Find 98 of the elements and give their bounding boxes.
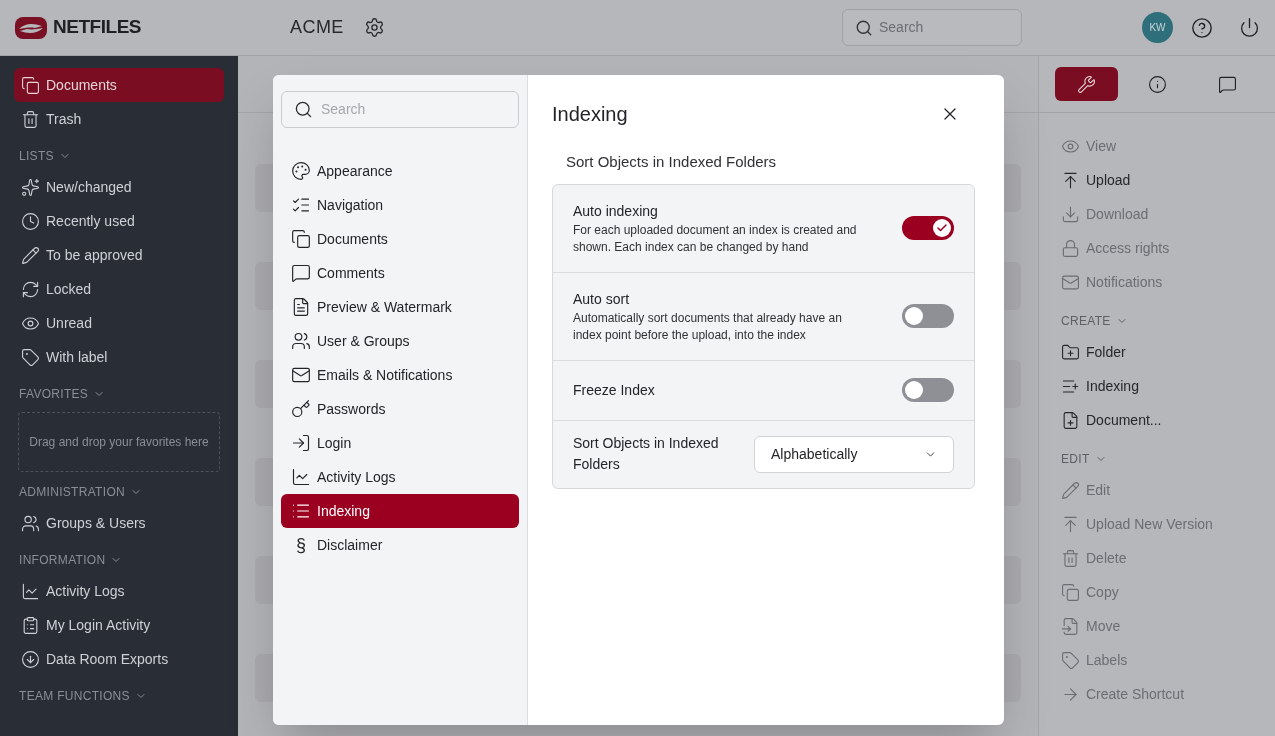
folder-plus-icon xyxy=(1061,342,1080,362)
settings-nav-item[interactable]: Activity Logs xyxy=(281,460,519,494)
section-heading: CREATE xyxy=(1061,313,1111,330)
upload-icon xyxy=(1061,514,1080,534)
section-heading: ADMINISTRATION xyxy=(19,484,125,501)
users-icon xyxy=(291,331,311,351)
tag-icon xyxy=(21,347,40,367)
chart-icon xyxy=(21,581,40,601)
info-icon xyxy=(1147,74,1167,94)
sidebar-item[interactable]: Data Room Exports xyxy=(14,642,224,676)
sort-dropdown[interactable]: Alphabetically xyxy=(754,435,954,473)
settings-nav-item[interactable]: Documents xyxy=(281,222,519,256)
envelope-icon xyxy=(291,365,311,385)
copy-icon xyxy=(1061,582,1080,602)
setting-label: Auto sort xyxy=(573,289,631,309)
section-heading: INFORMATION xyxy=(19,552,106,569)
sidebar-item[interactable]: Documents xyxy=(14,68,224,102)
section-heading: TEAM FUNCTIONS xyxy=(19,688,130,705)
trash-icon xyxy=(1061,548,1080,568)
setting-description: Automatically sort documents that already have an index point before the upload, into the index xyxy=(573,309,843,344)
file-plus-icon xyxy=(1061,410,1080,430)
settings-icon[interactable] xyxy=(363,17,385,38)
download-icon xyxy=(1061,204,1080,224)
help-icon[interactable] xyxy=(1191,16,1213,39)
search-icon xyxy=(294,100,313,119)
pencil-icon xyxy=(1061,480,1080,500)
speech-bubble-icon xyxy=(291,263,311,283)
search-field[interactable]: Search xyxy=(842,9,1022,46)
tag-icon xyxy=(1061,650,1080,670)
logo-icon xyxy=(15,16,47,39)
action-item[interactable]: Folder xyxy=(1061,335,1253,369)
logo-text: NETFILES xyxy=(53,15,142,40)
sidebar-item[interactable]: To be approved xyxy=(14,238,224,272)
login-icon xyxy=(291,433,311,453)
sidebar-item[interactable]: Activity Logs xyxy=(14,574,224,608)
sidebar-item[interactable]: My Login Activity xyxy=(14,608,224,642)
settings-nav-item[interactable]: User & Groups xyxy=(281,324,519,358)
settings-nav-item[interactable]: Appearance xyxy=(281,154,519,188)
section-heading: FAVORITES xyxy=(19,386,89,403)
workspace-name: ACME xyxy=(290,16,344,39)
sidebar-item[interactable]: Groups & Users xyxy=(14,506,224,540)
setting-label: Auto indexing xyxy=(573,201,659,221)
setting-label: Sort Objects in Indexed Folders xyxy=(573,434,720,474)
key-icon xyxy=(291,399,311,419)
settings-nav-item[interactable]: Emails & Notifications xyxy=(281,358,519,392)
search-field[interactable]: Search xyxy=(281,91,519,128)
chart-icon xyxy=(291,467,311,487)
sidebar-item[interactable]: Locked xyxy=(14,272,224,306)
sidebar-item[interactable]: With label xyxy=(14,340,224,374)
search-input[interactable]: Search xyxy=(879,17,999,38)
clock-icon xyxy=(21,211,40,231)
refresh-icon xyxy=(21,279,40,299)
settings-nav-item[interactable]: Preview & Watermark xyxy=(281,290,519,324)
toggle-switch[interactable] xyxy=(902,216,954,240)
pencil-icon xyxy=(21,245,40,265)
action-item[interactable]: Upload xyxy=(1061,163,1253,197)
sidebar-item[interactable]: Unread xyxy=(14,306,224,340)
search-input[interactable]: Search xyxy=(321,99,471,120)
lock-icon xyxy=(1061,238,1080,258)
settings-nav-item[interactable]: Indexing xyxy=(281,494,519,528)
setting-description: For each uploaded document an index is created and shown. Each index can be changed by hand xyxy=(573,221,858,256)
settings-nav-item[interactable]: Login xyxy=(281,426,519,460)
upload-icon xyxy=(1061,170,1080,190)
documents-icon xyxy=(21,75,40,95)
wrench-icon xyxy=(1076,74,1096,94)
check-icon xyxy=(936,222,948,234)
section-sign-icon: § xyxy=(291,531,311,559)
sidebar-item[interactable]: Trash xyxy=(14,102,224,136)
sparkle-icon xyxy=(21,177,40,197)
sidebar-item[interactable]: Recently used xyxy=(14,204,224,238)
settings-nav-item[interactable]: Comments xyxy=(281,256,519,290)
search-icon xyxy=(855,18,873,37)
section-subtitle: Sort Objects in Indexed Folders xyxy=(566,152,778,172)
section-heading: EDIT xyxy=(1061,451,1090,468)
favorites-dropzone: Drag and drop your favorites here xyxy=(18,412,220,472)
download-circle-icon xyxy=(21,649,40,669)
toggle-switch[interactable] xyxy=(902,304,954,328)
setting-label: Freeze Index xyxy=(573,380,656,400)
users-icon xyxy=(21,513,40,533)
panel-tab[interactable] xyxy=(1055,67,1118,101)
action-item[interactable]: Indexing xyxy=(1061,369,1253,403)
sidebar-item[interactable]: New/changed xyxy=(14,170,224,204)
speech-bubble-icon xyxy=(1218,74,1238,94)
file-icon xyxy=(291,297,311,317)
toggle-switch[interactable] xyxy=(902,378,954,402)
clipboard-list-icon xyxy=(21,615,40,635)
trash-icon xyxy=(21,109,40,129)
user-avatar[interactable]: KW xyxy=(1142,12,1173,43)
power-icon[interactable] xyxy=(1239,17,1260,38)
documents-icon xyxy=(291,229,311,249)
action-item[interactable]: Document... xyxy=(1061,403,1253,437)
file-arrow-icon xyxy=(1061,616,1080,636)
section-heading: LISTS xyxy=(19,148,54,165)
settings-nav-item[interactable]: § Disclaimer xyxy=(281,528,519,562)
settings-nav-item[interactable]: Navigation xyxy=(281,188,519,222)
dialog-title: Indexing xyxy=(552,102,628,127)
settings-nav-item[interactable]: Passwords xyxy=(281,392,519,426)
palette-icon xyxy=(291,161,311,181)
